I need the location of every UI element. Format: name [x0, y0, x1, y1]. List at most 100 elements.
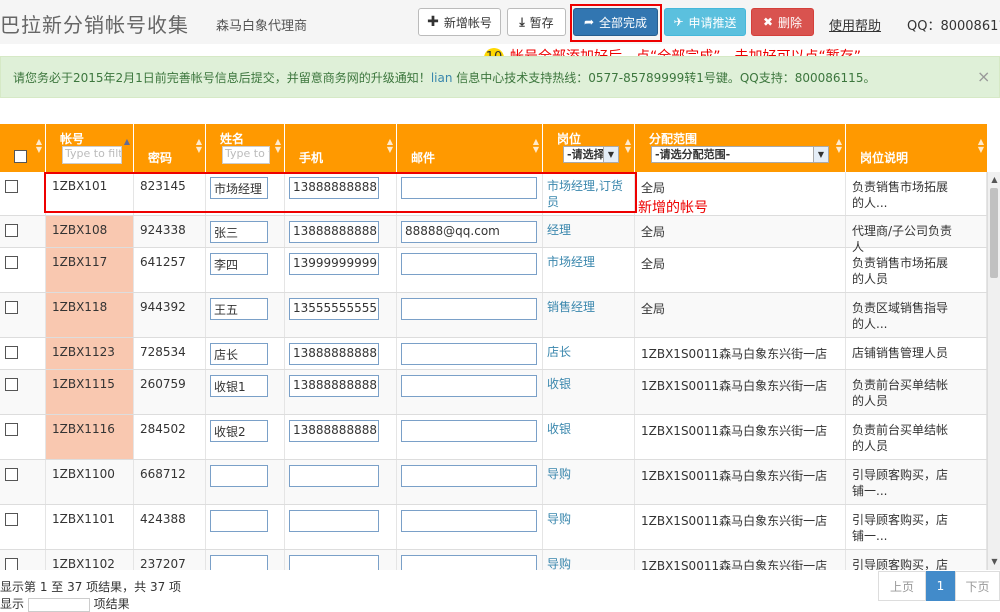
- phone-field[interactable]: 13555555555: [289, 298, 379, 320]
- position-link[interactable]: 收银: [547, 376, 633, 392]
- name-field[interactable]: [210, 510, 268, 532]
- table-row[interactable]: 1ZBX1116 284502 收银2 13888888888 收银 1ZBX1S0011…: [0, 415, 987, 460]
- email-field[interactable]: [401, 555, 537, 570]
- position-link[interactable]: 收银: [547, 421, 633, 437]
- email-field[interactable]: [401, 253, 537, 275]
- email-field[interactable]: [401, 465, 537, 487]
- scroll-down-icon[interactable]: ▼: [989, 556, 1000, 568]
- account-filter-input[interactable]: Type to filter: [62, 146, 122, 164]
- header-scope[interactable]: 分配范围 -请选分配范围- ▼ ▲ ▼: [635, 124, 846, 172]
- row-checkbox[interactable]: [5, 180, 18, 193]
- phone-field[interactable]: 13999999999: [289, 253, 379, 275]
- phone-field[interactable]: 13888888888: [289, 221, 379, 243]
- scope-cell: 1ZBX1S0011森马白象东兴街一店: [635, 415, 846, 459]
- row-checkbox[interactable]: [5, 301, 18, 314]
- table-row[interactable]: 1ZBX1100 668712 导购 1ZBX1S0011森马白象东兴街一店 引导顾客购…: [0, 460, 987, 505]
- table-row[interactable]: 1ZBX1102 237207 导购 1ZBX1S0011森马白象东兴街一店 引导顾客购…: [0, 550, 987, 570]
- header-account[interactable]: 帐号 Type to filter ▲: [46, 124, 134, 172]
- sort-icon[interactable]: ▲ ▼: [533, 138, 539, 154]
- row-checkbox[interactable]: [5, 224, 18, 237]
- name-field[interactable]: 收银1: [210, 375, 268, 397]
- row-checkbox[interactable]: [5, 346, 18, 359]
- table-row[interactable]: 1ZBX118 944392 王五 13555555555 销售经理 全局 负责区域销售指导…: [0, 293, 987, 338]
- vertical-scrollbar[interactable]: ▲ ▼: [987, 172, 1000, 570]
- name-field[interactable]: 张三: [210, 221, 268, 243]
- scope-select[interactable]: -请选分配范围- ▼: [651, 146, 829, 163]
- sort-asc-icon[interactable]: ▲: [124, 138, 130, 146]
- phone-field[interactable]: 13888888888: [289, 420, 379, 442]
- sort-icon[interactable]: ▲ ▼: [36, 138, 42, 154]
- position-link[interactable]: 经理: [547, 222, 633, 238]
- notice-text-main: 请您务必于2015年2月1日前完善帐号信息后提交，并留意商务网的升级通知！: [13, 71, 431, 85]
- name-field[interactable]: 王五: [210, 298, 268, 320]
- row-checkbox[interactable]: [5, 468, 18, 481]
- phone-field[interactable]: [289, 510, 379, 532]
- prev-page-button[interactable]: 上页: [878, 571, 926, 601]
- position-link[interactable]: 导购: [547, 556, 633, 570]
- row-checkbox[interactable]: [5, 256, 18, 269]
- add-account-button[interactable]: ✚ 新增帐号: [418, 8, 501, 36]
- table-row[interactable]: 1ZBX1123 728534 店长 13888888888 店长 1ZBX1S0011森…: [0, 338, 987, 370]
- phone-field[interactable]: [289, 465, 379, 487]
- sort-icon[interactable]: ▲ ▼: [625, 138, 631, 154]
- password-value: 284502: [140, 422, 186, 436]
- row-checkbox[interactable]: [5, 378, 18, 391]
- name-field[interactable]: 店长: [210, 343, 268, 365]
- position-link[interactable]: 导购: [547, 511, 633, 527]
- table-row[interactable]: 1ZBX1101 424388 导购 1ZBX1S0011森马白象东兴街一店 引导顾客购…: [0, 505, 987, 550]
- table-row[interactable]: 1ZBX108 924338 张三 13888888888 88888@qq.com 经理…: [0, 216, 987, 254]
- email-field[interactable]: [401, 375, 537, 397]
- header-description[interactable]: 岗位说明 ▲ ▼: [846, 124, 987, 172]
- close-icon[interactable]: ×: [977, 67, 990, 86]
- position-select[interactable]: -请选择- ▼: [563, 146, 619, 163]
- select-all-checkbox[interactable]: [14, 150, 27, 163]
- page-size-select[interactable]: [27, 597, 90, 612]
- email-field[interactable]: [401, 420, 537, 442]
- row-checkbox[interactable]: [5, 558, 18, 570]
- sort-icon[interactable]: ▲ ▼: [978, 138, 984, 154]
- name-field[interactable]: 收银2: [210, 420, 268, 442]
- next-page-button[interactable]: 下页: [955, 571, 1000, 601]
- header-name[interactable]: 姓名 Type to filter ▲▼: [206, 124, 285, 172]
- scroll-up-icon[interactable]: ▲: [989, 174, 1000, 186]
- table-row[interactable]: 1ZBX117 641257 李四 13999999999 市场经理 全局 负责销售市场拓展…: [0, 248, 987, 293]
- save-draft-button[interactable]: ⤓ 暂存: [507, 8, 566, 36]
- sort-icon[interactable]: ▲ ▼: [275, 138, 281, 154]
- position-link[interactable]: 店长: [547, 344, 633, 360]
- help-link[interactable]: 使用帮助: [829, 15, 881, 34]
- phone-field[interactable]: 13888888888: [289, 375, 379, 397]
- name-field[interactable]: [210, 465, 268, 487]
- name-filter-input[interactable]: Type to filter: [222, 146, 270, 164]
- header-phone[interactable]: 手机 ▲ ▼: [285, 124, 397, 172]
- row-checkbox[interactable]: [5, 513, 18, 526]
- name-field[interactable]: [210, 555, 268, 570]
- page-1-button[interactable]: 1: [926, 571, 955, 601]
- email-field[interactable]: [401, 298, 537, 320]
- sort-icon[interactable]: ▲ ▼: [836, 138, 842, 154]
- table-row[interactable]: 1ZBX1115 260759 收银1 13888888888 收银 1ZBX1S0011…: [0, 370, 987, 415]
- password-cell: 668712: [134, 460, 206, 504]
- password-cell: 728534: [134, 338, 206, 369]
- header-position[interactable]: 岗位 -请选择- ▼ ▲ ▼: [543, 124, 635, 172]
- password-value: 260759: [140, 377, 186, 391]
- scrollbar-thumb[interactable]: [990, 188, 998, 278]
- sort-icon[interactable]: ▲ ▼: [196, 138, 202, 154]
- row-checkbox[interactable]: [5, 423, 18, 436]
- header-email[interactable]: 邮件 ▲ ▼: [397, 124, 543, 172]
- sort-icon[interactable]: ▲ ▼: [387, 138, 393, 154]
- notice-link[interactable]: lian: [431, 71, 453, 85]
- phone-field[interactable]: 13888888888: [289, 343, 379, 365]
- position-link[interactable]: 市场经理: [547, 254, 633, 270]
- name-field[interactable]: 李四: [210, 253, 268, 275]
- email-field[interactable]: 88888@qq.com: [401, 221, 537, 243]
- select-cell: [0, 172, 46, 215]
- phone-field[interactable]: [289, 555, 379, 570]
- email-field[interactable]: [401, 343, 537, 365]
- push-request-button[interactable]: ✈ 申请推送: [664, 8, 746, 36]
- email-field[interactable]: [401, 510, 537, 532]
- position-link[interactable]: 销售经理: [547, 299, 633, 315]
- delete-button[interactable]: ✖ 删除: [751, 8, 814, 36]
- position-link[interactable]: 导购: [547, 466, 633, 482]
- header-password[interactable]: 密码 ▲ ▼: [134, 124, 206, 172]
- scope-cell: 1ZBX1S0011森马白象东兴街一店: [635, 505, 846, 549]
